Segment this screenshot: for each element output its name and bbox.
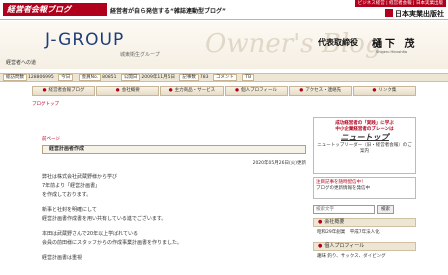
article-line: 経営計画書は重視 — [42, 255, 83, 261]
nav-bullet-icon: ● — [372, 88, 377, 93]
section-bullet-icon: ● — [318, 243, 323, 249]
member-label: 会員No. — [78, 74, 102, 81]
main-nav: ● 経営者会報ブログ ● 会社概要 ● 主力商品・サービス ● 個人プロフィール ● アク… — [32, 86, 417, 96]
top-header: 経営者会報ブログ 経営者が自ら発信する“雑誌連動型ブログ” ビジネス経営 | 経… — [0, 0, 448, 20]
feed-ad-line2: ブログの更新情報を発信中 — [316, 186, 370, 191]
today-label: 今日 — [58, 74, 74, 81]
posts-value: 783 — [199, 75, 209, 80]
profile-header[interactable]: ● 個人プロフィール — [313, 242, 416, 251]
nav-label: アクセス・連絡先 — [305, 88, 342, 93]
published-value: 2009年11月5日 — [141, 75, 175, 80]
banner-caption: ニュートップリーダー（旧・経営者会報）のご案内 — [317, 143, 412, 154]
blog-badge[interactable]: 経営者会報ブログ — [3, 3, 107, 16]
trackback-label: TB — [242, 74, 255, 81]
previous-page-link[interactable]: 前ページ — [42, 136, 306, 142]
nav-bullet-icon: ● — [299, 88, 304, 93]
logo-area: J-GROUP 城東衛生グループ Owner's Blog 代表取締役 樋下 茂… — [0, 21, 448, 69]
nav-item-access[interactable]: ● アクセス・連絡先 — [288, 86, 352, 96]
newtop-banner[interactable]: 成功経営者の「実践」に学ぶ 中小企業経営者のブレーンは ニュートップ ニュートッ… — [313, 117, 416, 174]
logo-text: J-GROUP — [45, 30, 125, 50]
nav-item-links[interactable]: ● リンク集 — [352, 86, 417, 96]
breadcrumb[interactable]: ブログトップ — [32, 101, 59, 107]
logo-subtitle: 城東衛生グループ — [120, 52, 160, 58]
article-line: 経営計画書作成書を用い共有している進でございます。 — [42, 216, 167, 222]
search-input[interactable] — [313, 205, 375, 214]
publisher-name: 日本実業出版社 — [395, 10, 444, 18]
header-tagline: 経営者が自ら発信する“雑誌連動型ブログ” — [110, 8, 226, 15]
publisher-logo[interactable]: 日本実業出版社 — [385, 9, 444, 19]
article-line: 新事と社封を明確にして — [42, 207, 97, 213]
owner-title: 代表取締役 — [318, 38, 358, 47]
company-logo[interactable]: J-GROUP — [45, 30, 124, 50]
door-link[interactable]: 経営者への道 — [6, 59, 36, 66]
nav-label: 会社概要 — [121, 88, 140, 93]
article-title: 経営計画者作成 — [42, 145, 306, 154]
member-value: 80851 — [102, 75, 117, 80]
nav-label: 主力商品・サービス — [174, 88, 216, 93]
total-visits-label: 総訪問数 — [3, 74, 27, 81]
profile-text: 趣味 釣り、サックス、ダイビング — [317, 254, 386, 259]
article-body: 弊社は株式会社武蔵野様から学び 7年前より「経営計画書」 を作成しております。 … — [42, 173, 306, 263]
article-date: 2020年05月26日(火)更新 — [252, 161, 306, 166]
article-line: 本田は武蔵野さんで20年以上学ばれている — [42, 231, 138, 237]
publisher-mark-icon — [385, 9, 393, 17]
nav-item-company[interactable]: ● 会社概要 — [96, 86, 160, 96]
nav-label: 経営者会報ブログ — [48, 88, 85, 93]
nav-item-blog[interactable]: ● 経営者会報ブログ — [32, 86, 96, 96]
article-line: 7年前より「経営計画書」 — [42, 183, 101, 189]
stats-bar: 総訪問数 128806995 今日 会員No. 80851 公開日 2009年11月5… — [0, 73, 448, 82]
nav-label: リンク集 — [378, 88, 397, 93]
nav-label: 個人プロフィール — [241, 88, 278, 93]
total-visits-value: 128806995 — [28, 75, 54, 80]
nav-item-products[interactable]: ● 主力商品・サービス — [160, 86, 224, 96]
posts-label: 記事数 — [179, 74, 199, 81]
company-overview-header[interactable]: ● 会社概要 — [313, 218, 416, 227]
nav-bullet-icon: ● — [168, 88, 173, 93]
section-bullet-icon: ● — [318, 219, 323, 225]
nav-bullet-icon: ● — [42, 88, 47, 93]
banner-brand: ニュートップ — [340, 132, 389, 142]
nav-bullet-icon: ● — [115, 88, 120, 93]
article-area: 前ページ 経営計画者作成 2020年05月26日(火)更新 弊社は株式会社武蔵野… — [42, 136, 306, 263]
company-overview-text: 昭和29年創業 平成7年法人化 — [317, 230, 380, 235]
published-label: 公開日 — [120, 74, 141, 81]
search-box: 検索 — [313, 205, 416, 214]
section-title: 会社概要 — [324, 219, 345, 225]
search-button[interactable]: 検索 — [377, 205, 394, 214]
article-line: 会員の前田様にスタッフからの作成事業計画書を作りました。 — [42, 240, 183, 246]
sidebar: 成功経営者の「実践」に学ぶ 中小企業経営者のブレーンは ニュートップ ニュートッ… — [313, 117, 416, 262]
owner-name: 樋下 茂 — [372, 39, 418, 50]
nav-item-profile[interactable]: ● 個人プロフィール — [224, 86, 288, 96]
top-right-links[interactable]: ビジネス経営 | 経営者会報 | 日本実業出版 — [354, 0, 446, 7]
feed-ad[interactable]: 注目記事を随時配信中！ ブログの更新情報を発信中 — [313, 177, 416, 199]
owner-roman-name: Shigeru Hinoshita — [376, 50, 408, 54]
article-line: を作成しております。 — [42, 192, 92, 198]
nav-bullet-icon: ● — [235, 88, 240, 93]
section-title: 個人プロフィール — [324, 243, 365, 249]
comments-label: コメント — [212, 74, 237, 81]
article-line: 弊社は株式会社武蔵野様から学び — [42, 174, 118, 180]
